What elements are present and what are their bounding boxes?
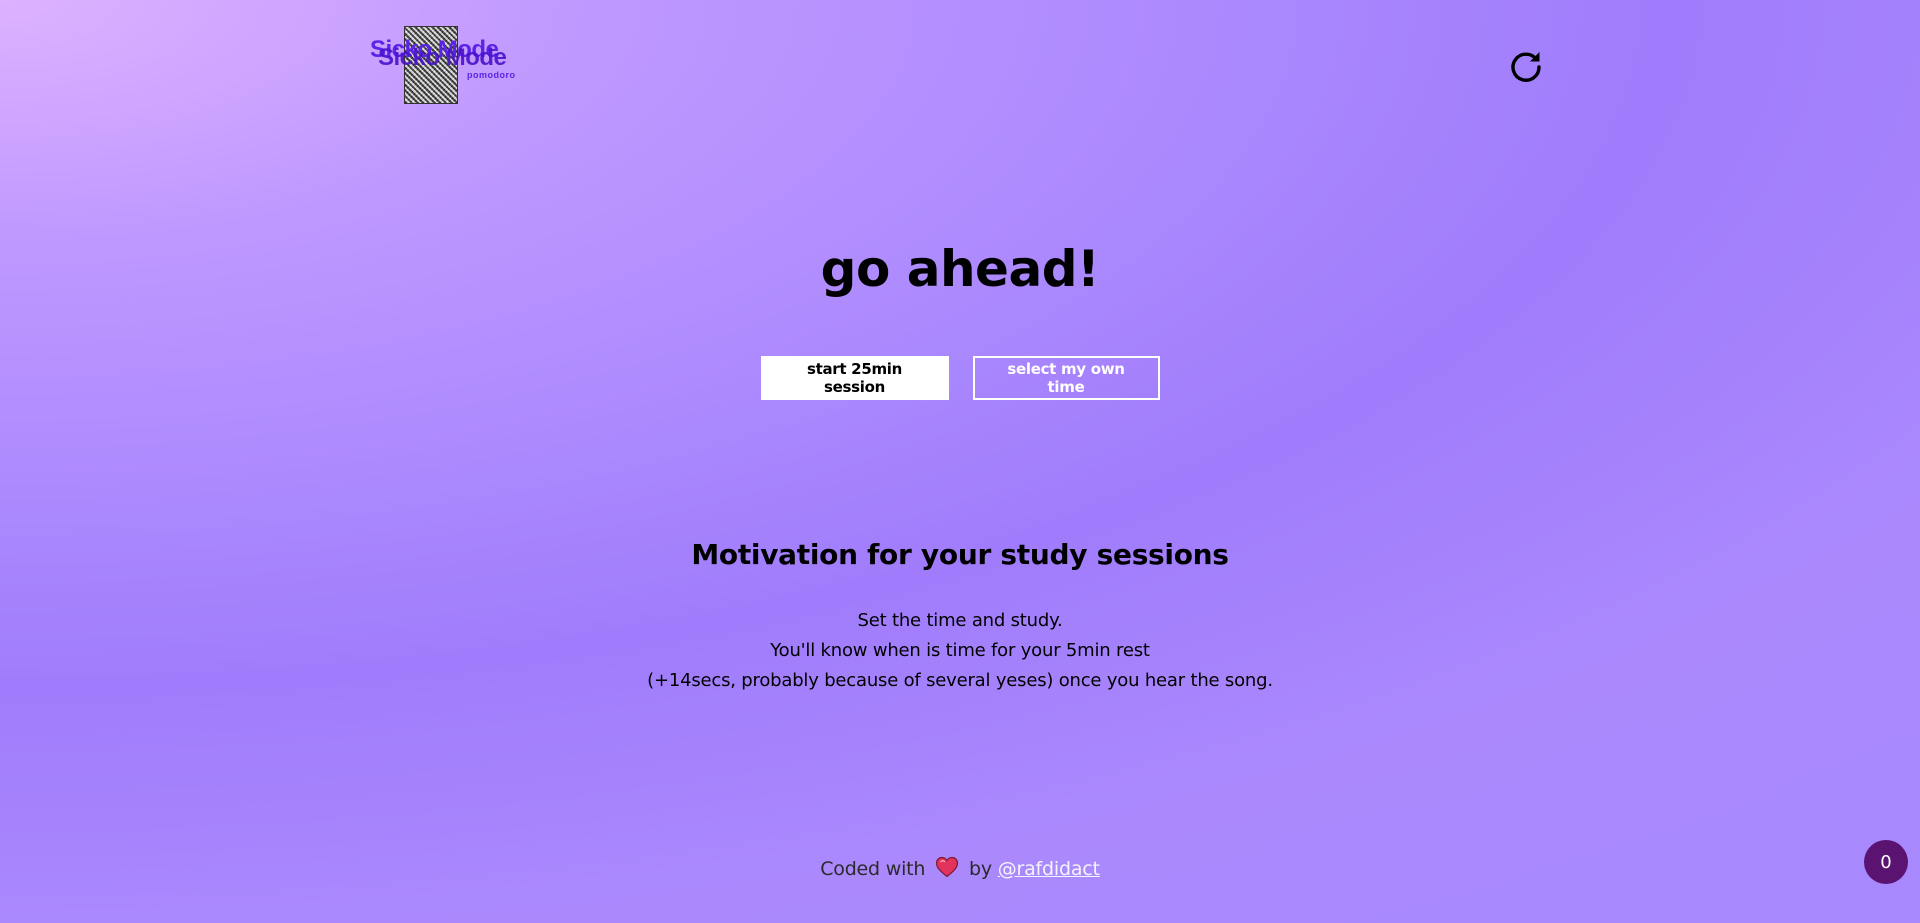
footer: Coded with by @rafdidact <box>0 856 1920 883</box>
refresh-button[interactable] <box>1506 46 1546 86</box>
start-session-button[interactable]: start 25min session <box>760 356 949 400</box>
logo-title-shadow: Sicko Mode <box>378 44 507 71</box>
heart-icon <box>935 856 959 883</box>
select-time-button[interactable]: select my own time <box>972 356 1160 400</box>
motivation-line: Set the time and study. <box>857 610 1063 631</box>
footer-prefix: Coded with <box>820 858 926 880</box>
motivation-line: (+14secs, probably because of several ye… <box>647 670 1273 691</box>
motivation-line: You'll know when is time for your 5min r… <box>770 640 1150 661</box>
session-buttons: start 25min session select my own time <box>0 356 1920 400</box>
logo-subtitle: pomodoro <box>467 70 516 80</box>
counter-badge[interactable]: 0 <box>1864 840 1908 884</box>
motivation-title: Motivation for your study sessions <box>691 538 1229 571</box>
logo[interactable]: Sicko Mode Sicko Mode pomodoro <box>370 26 538 104</box>
author-link[interactable]: @rafdidact <box>998 858 1100 880</box>
footer-by: by <box>968 858 992 880</box>
motivation-text: Set the time and study. You'll know when… <box>0 606 1920 696</box>
page-title: go ahead! <box>820 240 1100 298</box>
refresh-icon <box>1511 52 1541 82</box>
